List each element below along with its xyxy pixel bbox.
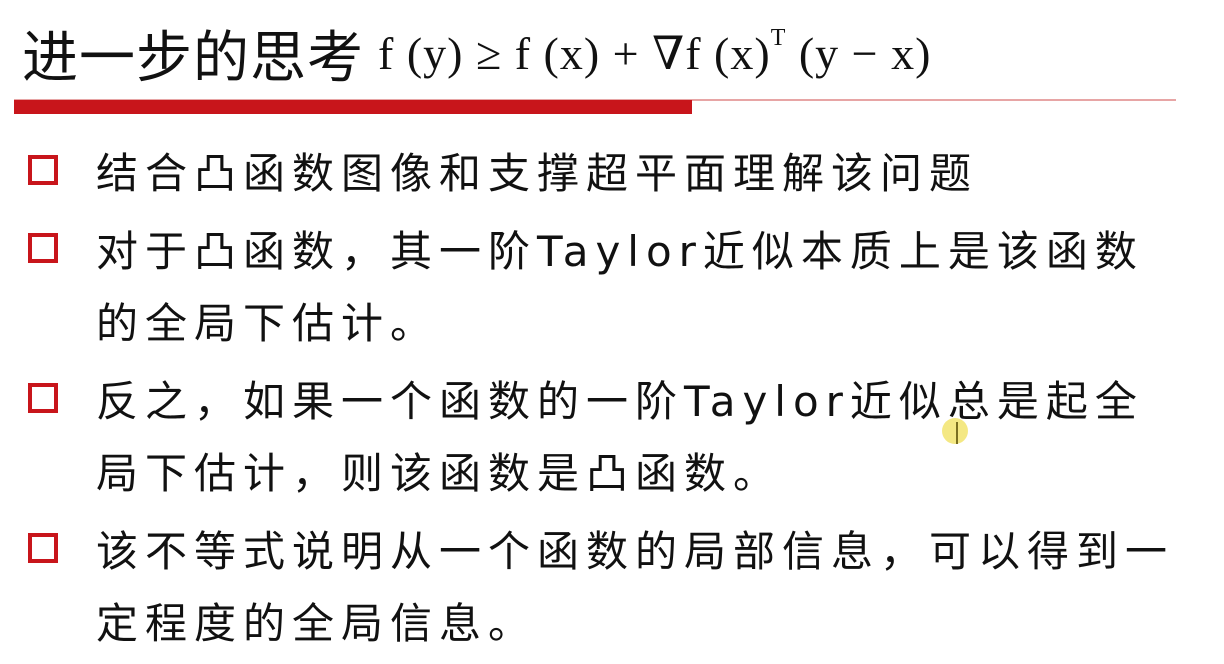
hollow-square-icon — [28, 383, 58, 413]
title-row: 进一步的思考 f (y) ≥ f (x) + ∇f (x)T (y − x) — [22, 8, 1222, 98]
text-cursor-icon — [956, 422, 958, 444]
bullet-text: 对于凸函数，其一阶Taylor近似本质上是该函数的全局下估计。 — [96, 227, 1144, 348]
bullet-item: 结合凸函数图像和支撑超平面理解该问题 — [28, 138, 1208, 210]
formula-lhs: f (y) ≥ f (x) + ∇f (x) — [378, 28, 771, 79]
bullet-list: 结合凸函数图像和支撑超平面理解该问题 对于凸函数，其一阶Taylor近似本质上是… — [28, 138, 1208, 660]
bullet-text: 反之，如果一个函数的一阶Taylor近似总是起全局下估计，则该函数是凸函数。 — [96, 377, 1144, 498]
slide: 进一步的思考 f (y) ≥ f (x) + ∇f (x)T (y − x) 结… — [0, 0, 1224, 664]
bullet-text: 该不等式说明从一个函数的局部信息，可以得到一定程度的全局信息。 — [96, 527, 1175, 648]
title-rule-accent — [14, 100, 692, 114]
slide-title: 进一步的思考 — [22, 25, 364, 91]
formula-superscript: T — [770, 24, 787, 51]
bullet-item: 对于凸函数，其一阶Taylor近似本质上是该函数的全局下估计。 — [28, 216, 1208, 360]
hollow-square-icon — [28, 233, 58, 263]
hollow-square-icon — [28, 155, 58, 185]
bullet-item: 反之，如果一个函数的一阶Taylor近似总是起全局下估计，则该函数是凸函数。 — [28, 366, 1208, 510]
bullet-text: 结合凸函数图像和支撑超平面理解该问题 — [96, 149, 979, 198]
title-formula: f (y) ≥ f (x) + ∇f (x)T (y − x) — [378, 24, 932, 80]
hollow-square-icon — [28, 533, 58, 563]
cursor-highlight — [942, 418, 968, 444]
formula-rhs: (y − x) — [786, 28, 932, 79]
bullet-item: 该不等式说明从一个函数的局部信息，可以得到一定程度的全局信息。 — [28, 516, 1208, 660]
